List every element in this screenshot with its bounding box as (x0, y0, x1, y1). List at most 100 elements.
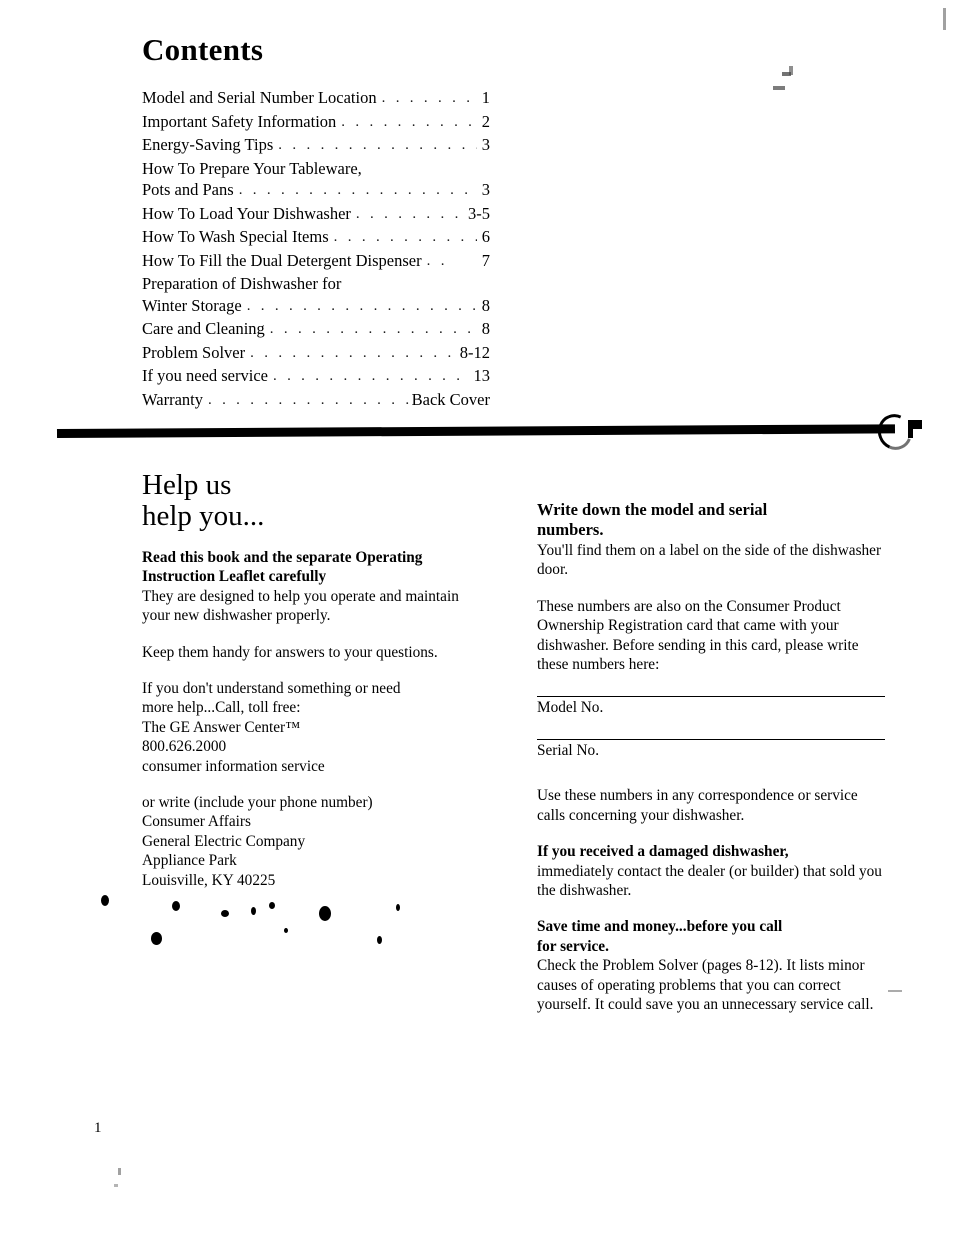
table-of-contents: Model and Serial Number Location. . . . … (142, 87, 490, 412)
ink-speck (269, 902, 275, 909)
ink-speck (101, 895, 109, 906)
consumer-information-service: consumer information service (142, 757, 325, 775)
toc-entry-label: Problem Solver (142, 342, 246, 362)
toc-entry-label: Pots and Pans (142, 180, 234, 199)
toc-entry-label: How To Wash Special Items (142, 227, 329, 246)
toc-dot-leader: . . . . . . . . (381, 90, 477, 106)
ink-speck (396, 904, 400, 911)
toc-entry[interactable]: How To Fill the Dual Detergent Dispenser… (142, 250, 490, 274)
toc-entry-label: Energy-Saving Tips (142, 135, 274, 154)
toc-entry[interactable]: If you need service. . . . . . . . . . .… (142, 365, 490, 389)
address-city-state-zip: Louisville, KY 40225 (142, 871, 276, 889)
toc-entry-label: How To Prepare Your Tableware, (142, 158, 362, 178)
read-book-lead-line2: Instruction Leaflet carefully (142, 568, 327, 586)
toc-entry-page: 3 (481, 135, 490, 154)
scan-noise (114, 1184, 118, 1187)
help-title-line1: Help us (142, 469, 232, 501)
toc-dot-leader: . . (426, 252, 448, 269)
toc-entry[interactable]: Pots and Pans. . . . . . . . . . . . . .… (142, 179, 490, 203)
write-down-heading: Write down the model and serial numbers. (537, 500, 887, 540)
help-call-line1: If you don't understand something or nee… (142, 680, 401, 698)
write-down-heading-line2: numbers. (537, 520, 604, 539)
ink-speck (319, 906, 331, 921)
toc-entry-page: 8 (481, 295, 490, 315)
divider-end-mark (908, 420, 922, 438)
toc-entry-label: Care and Cleaning (142, 319, 265, 338)
help-title-line2: help you... (142, 500, 265, 532)
serial-number-line[interactable] (537, 739, 885, 741)
toc-entry[interactable]: How To Wash Special Items. . . . . . . .… (142, 226, 490, 250)
damaged-dishwasher-body: immediately contact the dealer (or build… (537, 862, 882, 900)
document-page: Contents Model and Serial Number Locatio… (0, 0, 954, 1237)
toc-entry[interactable]: How To Load Your Dishwasher. . . . . . .… (142, 203, 490, 227)
address-company: General Electric Company (142, 832, 306, 850)
answer-center-block: If you don't understand something or nee… (142, 679, 477, 776)
toc-entry-page: 8-12 (459, 342, 490, 362)
toc-entry-page: 8 (481, 319, 490, 338)
toc-dot-leader: . . . . . . . . . . . . . . . . . . . . (269, 321, 477, 337)
scan-noise (118, 1168, 121, 1175)
toc-dot-leader: . . . . . . . . . . (355, 205, 465, 222)
mailing-address-block: or write (include your phone number) Con… (142, 793, 477, 890)
section-divider (0, 398, 954, 470)
read-book-lead-line1: Read this book and the separate Operatin… (142, 549, 423, 566)
toc-dot-leader: . . . . . . . . . . . . . . . . . . . . … (246, 297, 477, 314)
read-book-body: They are designed to help you operate an… (142, 587, 459, 625)
ink-speck (221, 910, 229, 917)
ge-answer-center: The GE Answer Center™ (142, 718, 301, 736)
toc-entry-label: If you need service (142, 366, 268, 385)
answer-center-phone: 800.626.2000 (142, 738, 227, 756)
toc-dot-leader: . . . . . . . . . . . . . . . . . . . . … (238, 182, 477, 198)
model-number-label: Model No. (537, 699, 604, 717)
toc-entry-page: 6 (481, 227, 490, 246)
model-number-line[interactable] (537, 696, 885, 698)
read-book-block: Read this book and the separate Operatin… (142, 548, 477, 626)
save-time-body: Check the Problem Solver (pages 8-12). I… (537, 957, 874, 1014)
toc-entry[interactable]: Care and Cleaning. . . . . . . . . . . .… (142, 318, 490, 342)
toc-dot-leader: . . . . . . . . . . . . . . (333, 229, 477, 245)
keep-handy-paragraph: Keep them handy for answers to your ques… (142, 643, 438, 661)
contents-heading: Contents (142, 32, 264, 67)
save-time-lead-line1: Save time and money...before you call (537, 918, 783, 936)
help-call-line2: more help...Call, toll free: (142, 699, 301, 717)
find-label-paragraph: You'll find them on a label on the side … (537, 542, 882, 579)
toc-entry[interactable]: Problem Solver. . . . . . . . . . . . . … (142, 342, 490, 366)
toc-entry[interactable]: How To Prepare Your Tableware, (142, 158, 490, 180)
toc-entry[interactable]: Important Safety Information. . . . . . … (142, 111, 490, 135)
help-us-column: Help us help you... Read this book and t… (142, 470, 477, 907)
use-numbers-paragraph: Use these numbers in any correspondence … (537, 787, 858, 824)
model-serial-column: Write down the model and serial numbers.… (537, 500, 887, 1032)
ink-speck (284, 928, 288, 933)
toc-entry-page: 3-5 (468, 203, 490, 223)
save-time-block: Save time and money...before you call fo… (537, 917, 887, 1014)
divider-rule (56, 424, 896, 438)
registration-card-paragraph: These numbers are also on the Consumer P… (537, 597, 859, 674)
address-consumer-affairs: Consumer Affairs (142, 813, 251, 831)
ink-speck (151, 932, 162, 945)
page-number: 1 (94, 1120, 102, 1136)
toc-entry-page: 3 (481, 180, 490, 199)
toc-dot-leader: . . . . . . . . . . . (341, 113, 477, 130)
toc-entry[interactable]: Model and Serial Number Location. . . . … (142, 87, 490, 111)
write-down-heading-line1: Write down the model and serial (537, 500, 768, 519)
ink-speck (251, 907, 256, 915)
toc-entry[interactable]: Winter Storage. . . . . . . . . . . . . … (142, 295, 490, 319)
damaged-dishwasher-lead: If you received a damaged dishwasher, (537, 843, 789, 861)
toc-entry-label: Preparation of Dishwasher for (142, 274, 342, 293)
ink-speck (377, 936, 382, 944)
toc-entry-page: 2 (481, 111, 490, 131)
toc-entry-page: 13 (473, 366, 491, 385)
toc-dot-leader: . . . . . . . . . . . . . . . . . . . (272, 368, 471, 384)
scan-noise (789, 66, 793, 75)
toc-dot-leader: . . . . . . . . . . . . . . . . . . . . (278, 137, 477, 153)
save-time-lead-line2: for service. (537, 937, 609, 955)
help-us-heading: Help us help you... (142, 470, 477, 532)
toc-entry-label: How To Fill the Dual Detergent Dispenser (142, 250, 422, 270)
toc-entry-page: 1 (481, 88, 490, 107)
serial-number-label: Serial No. (537, 742, 600, 760)
toc-entry[interactable]: Preparation of Dishwasher for (142, 273, 490, 295)
toc-entry-label: Model and Serial Number Location (142, 88, 377, 107)
address-intro: or write (include your phone number) (142, 794, 373, 812)
toc-dot-leader: . . . . . . . . . . . . . . . . . . . . … (250, 344, 457, 361)
toc-entry[interactable]: Energy-Saving Tips. . . . . . . . . . . … (142, 134, 490, 158)
